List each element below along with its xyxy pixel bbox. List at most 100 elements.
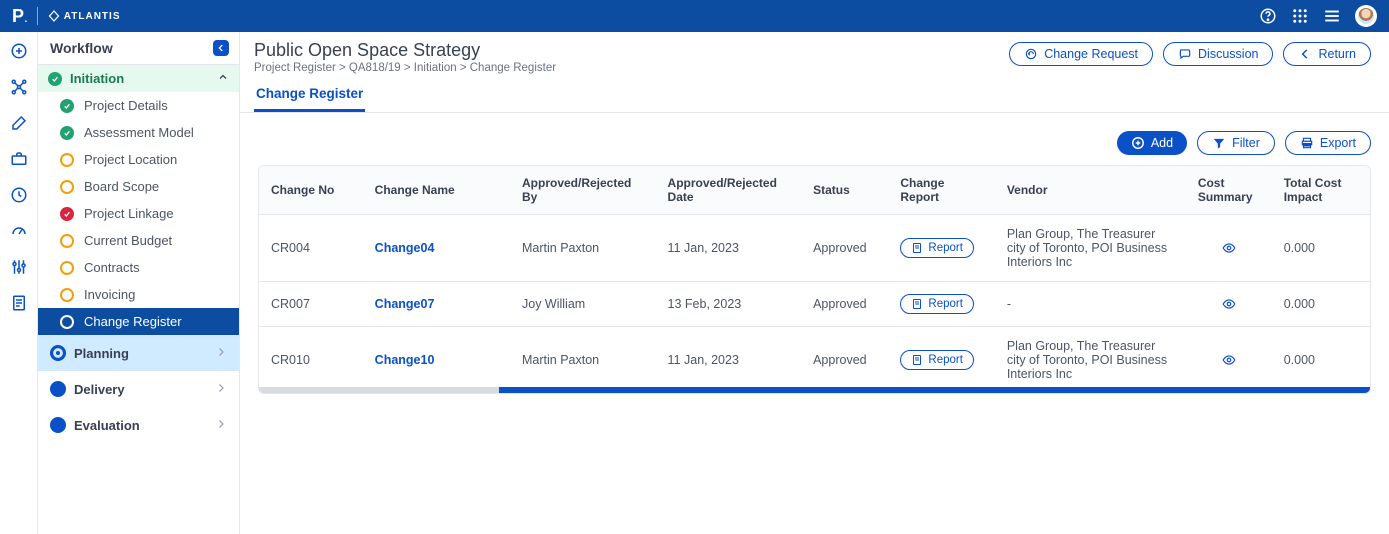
filter-button[interactable]: Filter bbox=[1197, 131, 1275, 155]
chevron-right-icon bbox=[215, 418, 227, 433]
phase-delivery[interactable]: Delivery bbox=[38, 371, 239, 407]
status-pending-icon bbox=[60, 153, 74, 167]
phase-planning[interactable]: Planning bbox=[38, 335, 239, 371]
cost-summary-view-icon[interactable] bbox=[1198, 353, 1260, 367]
phase-initiation-header[interactable]: Initiation bbox=[38, 65, 239, 92]
status-pending-icon bbox=[60, 180, 74, 194]
rail-doc-icon[interactable] bbox=[10, 294, 28, 312]
col-change-report[interactable]: Change Report bbox=[888, 166, 994, 215]
report-button[interactable]: Report bbox=[900, 350, 974, 370]
header-actions: Change Request Discussion Return bbox=[1009, 40, 1371, 66]
phase-label: Delivery bbox=[74, 382, 125, 397]
cell-total-cost-impact: 0.000 bbox=[1272, 215, 1370, 282]
export-button[interactable]: Export bbox=[1285, 131, 1371, 155]
horizontal-scrollbar[interactable] bbox=[259, 387, 1370, 393]
subitem-label: Current Budget bbox=[84, 233, 172, 248]
cell-vendor: Plan Group, The Treasurer city of Toront… bbox=[995, 215, 1186, 282]
subitem-project-linkage[interactable]: Project Linkage bbox=[38, 200, 239, 227]
cell-approved-by: Martin Paxton bbox=[510, 215, 656, 282]
rail-time-icon[interactable] bbox=[10, 186, 28, 204]
workflow-header: Workflow bbox=[38, 32, 239, 65]
rail-briefcase-icon[interactable] bbox=[10, 150, 28, 168]
subitem-label: Project Location bbox=[84, 152, 177, 167]
brand-name[interactable]: ATLANTIS bbox=[48, 10, 121, 22]
change-register-table: Change No Change Name Approved/Rejected … bbox=[258, 165, 1371, 394]
report-button[interactable]: Report bbox=[900, 238, 974, 258]
cost-summary-view-icon[interactable] bbox=[1198, 297, 1260, 311]
subitem-assessment-model[interactable]: Assessment Model bbox=[38, 119, 239, 146]
cell-change-no: CR010 bbox=[259, 327, 363, 394]
subitem-invoicing[interactable]: Invoicing bbox=[38, 281, 239, 308]
phase-label: Initiation bbox=[70, 71, 124, 86]
status-pending-icon bbox=[60, 288, 74, 302]
col-change-no[interactable]: Change No bbox=[259, 166, 363, 215]
col-status[interactable]: Status bbox=[801, 166, 888, 215]
topbar-actions bbox=[1259, 5, 1377, 27]
cell-approved-date: 11 Jan, 2023 bbox=[656, 327, 802, 394]
subitem-project-location[interactable]: Project Location bbox=[38, 146, 239, 173]
chevron-right-icon bbox=[215, 346, 227, 361]
page-header: Public Open Space Strategy Project Regis… bbox=[240, 32, 1389, 113]
nav-rail bbox=[0, 32, 38, 534]
col-approved-by[interactable]: Approved/Rejected By bbox=[510, 166, 656, 215]
brand-divider bbox=[37, 7, 38, 25]
rail-network-icon[interactable] bbox=[10, 78, 28, 96]
col-vendor[interactable]: Vendor bbox=[995, 166, 1186, 215]
cell-total-cost-impact: 0.000 bbox=[1272, 282, 1370, 327]
main-content: Public Open Space Strategy Project Regis… bbox=[240, 32, 1389, 534]
status-pending-icon bbox=[60, 261, 74, 275]
cell-status: Approved bbox=[801, 215, 888, 282]
rail-gauge-icon[interactable] bbox=[10, 222, 28, 240]
subitem-contracts[interactable]: Contracts bbox=[38, 254, 239, 281]
button-label: Add bbox=[1151, 136, 1173, 150]
page-title: Public Open Space Strategy bbox=[254, 40, 993, 61]
tab-change-register[interactable]: Change Register bbox=[254, 80, 365, 112]
cell-total-cost-impact: 0.000 bbox=[1272, 327, 1370, 394]
rail-add-icon[interactable] bbox=[10, 42, 28, 60]
status-pending-icon bbox=[60, 234, 74, 248]
check-icon bbox=[60, 126, 74, 140]
collapse-sidebar-button[interactable] bbox=[213, 40, 229, 56]
subitem-label: Contracts bbox=[84, 260, 140, 275]
apps-grid-icon[interactable] bbox=[1291, 7, 1309, 25]
phase-evaluation[interactable]: Evaluation bbox=[38, 407, 239, 443]
report-button[interactable]: Report bbox=[900, 294, 974, 314]
change-name-link[interactable]: Change04 bbox=[375, 241, 435, 255]
subitem-label: Assessment Model bbox=[84, 125, 194, 140]
subitem-label: Project Linkage bbox=[84, 206, 174, 221]
cost-summary-view-icon[interactable] bbox=[1198, 241, 1260, 255]
change-request-button[interactable]: Change Request bbox=[1009, 42, 1153, 66]
status-current-icon bbox=[60, 315, 74, 329]
col-approved-date[interactable]: Approved/Rejected Date bbox=[656, 166, 802, 215]
cell-change-no: CR004 bbox=[259, 215, 363, 282]
table-row: CR010 Change10 Martin Paxton 11 Jan, 202… bbox=[259, 327, 1370, 394]
subitem-board-scope[interactable]: Board Scope bbox=[38, 173, 239, 200]
subitem-current-budget[interactable]: Current Budget bbox=[38, 227, 239, 254]
rail-edit-icon[interactable] bbox=[10, 114, 28, 132]
col-cost-summary[interactable]: Cost Summary bbox=[1186, 166, 1272, 215]
table-toolbar: Add Filter Export bbox=[240, 113, 1389, 165]
subitem-project-details[interactable]: Project Details bbox=[38, 92, 239, 119]
col-change-name[interactable]: Change Name bbox=[363, 166, 510, 215]
product-logo[interactable]: P bbox=[12, 6, 27, 27]
menu-icon[interactable] bbox=[1323, 7, 1341, 25]
discussion-button[interactable]: Discussion bbox=[1163, 42, 1273, 66]
subitem-change-register[interactable]: Change Register bbox=[38, 308, 239, 335]
button-label: Return bbox=[1318, 47, 1356, 61]
table-header-row: Change No Change Name Approved/Rejected … bbox=[259, 166, 1370, 215]
cell-approved-by: Joy William bbox=[510, 282, 656, 327]
cell-approved-date: 11 Jan, 2023 bbox=[656, 215, 802, 282]
phase-dot-icon bbox=[50, 381, 66, 397]
return-button[interactable]: Return bbox=[1283, 42, 1371, 66]
help-icon[interactable] bbox=[1259, 7, 1277, 25]
col-total-cost-impact[interactable]: Total Cost Impact bbox=[1272, 166, 1370, 215]
breadcrumb[interactable]: Project Register > QA818/19 > Initiation… bbox=[254, 62, 993, 74]
workflow-sidebar: Workflow Initiation Project Details Asse… bbox=[38, 32, 240, 534]
user-avatar[interactable] bbox=[1355, 5, 1377, 27]
change-name-link[interactable]: Change10 bbox=[375, 353, 435, 367]
add-button[interactable]: Add bbox=[1117, 131, 1187, 155]
table-row: CR004 Change04 Martin Paxton 11 Jan, 202… bbox=[259, 215, 1370, 282]
rail-sliders-icon[interactable] bbox=[10, 258, 28, 276]
subitem-label: Change Register bbox=[84, 314, 182, 329]
change-name-link[interactable]: Change07 bbox=[375, 297, 435, 311]
